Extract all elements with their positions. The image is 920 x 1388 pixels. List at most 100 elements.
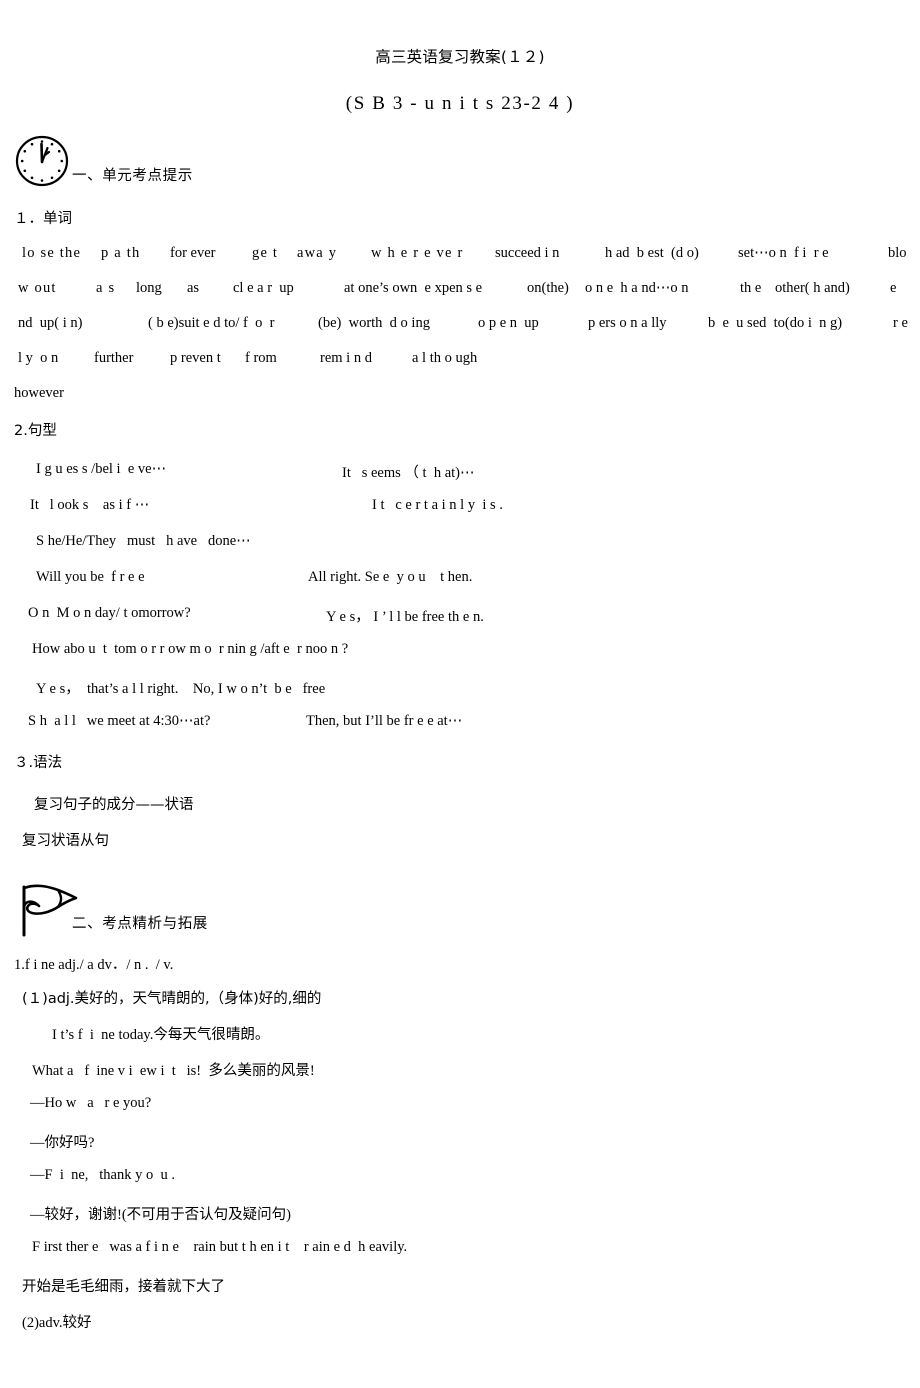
- entry-body-line: —Ho w a r e you?: [30, 1095, 152, 1112]
- vocab-word: a s: [96, 280, 116, 297]
- entry-heading-row: 1.f i ne adj./ a dv．/ n . / v.: [0, 953, 920, 987]
- clock-icon: [14, 133, 72, 191]
- document-title-cn: 高三英语复习教案(１２): [375, 48, 545, 66]
- pattern-left: S he/He/They must h ave done⋯: [36, 533, 251, 550]
- entry-body-line: —较好，谢谢!(不可用于否认句及疑问句): [30, 1207, 291, 1224]
- sentence-pattern-row: O n M o n day/ t omorrow? Y e s， I ’ l l…: [0, 605, 920, 641]
- entry-body-line: F irst ther e was a f i n e rain but t h…: [32, 1239, 408, 1256]
- vocab-word: on(the): [527, 280, 569, 297]
- entry-body-line: (2)adv.较好: [22, 1315, 92, 1332]
- vocab-word: p ers o n a lly: [588, 315, 667, 332]
- vocab-word: e: [890, 280, 897, 297]
- pattern-right: Y e s， I ’ l l be free th e n.: [326, 609, 484, 626]
- pattern-left: Y e s， that’s a l l right. No, I w o n’t…: [36, 681, 326, 698]
- vocab-word: h ad b est (d o): [605, 245, 699, 262]
- vocab-word: other( h and): [775, 280, 850, 297]
- vocab-word: rem i n d: [320, 350, 372, 367]
- vocab-word: long: [136, 280, 162, 297]
- grammar-list: 复习句子的成分——状语 复习状语从句: [0, 793, 920, 865]
- vocabulary-line: however: [0, 385, 920, 417]
- vocab-word: p reven t: [170, 350, 221, 367]
- vocab-word: nd up( i n): [18, 315, 83, 332]
- entry-body-row: (１)adj.美好的，天气晴朗的,（身体)好的,细的: [0, 987, 920, 1023]
- section-two-label: 二、考点精析与拓展: [72, 916, 208, 933]
- vocab-word: b e u sed to(do i n g): [708, 315, 843, 332]
- entry-body-line: (１)adj.美好的，天气晴朗的,（身体)好的,细的: [22, 991, 322, 1008]
- subsection-words-label: １．单词: [14, 211, 72, 228]
- document-title-en: (S B 3 - u n i t s 23-2 4 ): [345, 92, 575, 114]
- entry-heading: 1.f i ne adj./ a dv．/ n . / v.: [14, 957, 174, 974]
- pattern-left: S h a l l we meet at 4:30⋯at?: [28, 713, 211, 730]
- vocabulary-line: l y o n further p reven t f rom rem i n …: [0, 350, 920, 385]
- pattern-right: It s eems （ t h at)⋯: [342, 465, 475, 482]
- section-one-heading: 一、单元考点提示: [0, 133, 920, 193]
- vocab-word: a l th o ugh: [412, 350, 478, 367]
- pattern-left: O n M o n day/ t omorrow?: [28, 605, 191, 622]
- entry-body-row: —较好，谢谢!(不可用于否认句及疑问句): [0, 1203, 920, 1239]
- vocab-word: p a th: [101, 245, 141, 262]
- vocab-word: cl e a r up: [233, 280, 294, 297]
- vocabulary-list: lo se the p a th for ever ge t awa y w h…: [0, 245, 920, 417]
- vocab-word: l y o n: [18, 350, 59, 367]
- entry-body-line: I t’s f i ne today.今每天气很晴朗。: [52, 1027, 270, 1044]
- vocab-word: set⋯o n f i r e: [738, 245, 829, 262]
- vocab-word: (be) worth d o ing: [318, 315, 430, 332]
- sentence-pattern-row: It l ook s as i f ⋯ I t c e r t a i n l …: [0, 497, 920, 533]
- vocab-word: o n e h a nd⋯o n: [585, 280, 689, 297]
- flag-icon: [14, 883, 80, 939]
- grammar-row: 复习句子的成分——状语: [0, 793, 920, 829]
- sentence-pattern-row: Will you be f r e e All right. Se e y o …: [0, 569, 920, 605]
- grammar-line: 复习状语从句: [22, 833, 109, 850]
- subsection-sentence-patterns-label: 2.句型: [14, 423, 57, 440]
- entry-body-row: I t’s f i ne today.今每天气很晴朗。: [0, 1023, 920, 1059]
- vocab-word: awa y: [297, 245, 338, 262]
- vocab-word: blo: [888, 245, 907, 262]
- vocabulary-line: nd up( i n) ( b e)suit e d to/ f o r (be…: [0, 315, 920, 350]
- vocab-word: ge t: [252, 245, 279, 262]
- sentence-pattern-row: Y e s， that’s a l l right. No, I w o n’t…: [0, 677, 920, 713]
- pattern-left: Will you be f r e e: [36, 569, 145, 586]
- vocabulary-line: lo se the p a th for ever ge t awa y w h…: [0, 245, 920, 280]
- vocab-word: th e: [740, 280, 762, 297]
- entry-body-line: —你好吗?: [30, 1135, 95, 1152]
- section-two-heading: 二、考点精析与拓展: [0, 881, 920, 941]
- vocab-word: lo se the: [22, 245, 82, 262]
- subsection-grammar-label: ３.语法: [14, 755, 63, 772]
- entry-body-row: —你好吗?: [0, 1131, 920, 1167]
- entry-body-row: —F i ne, thank y o u .: [0, 1167, 920, 1203]
- entry-body-row: —Ho w a r e you?: [0, 1095, 920, 1131]
- vocab-word: further: [94, 350, 134, 367]
- vocab-word: as: [187, 280, 200, 297]
- vocab-word: however: [14, 385, 64, 402]
- sentence-pattern-row: How abo u t tom o r r ow m o r nin g /af…: [0, 641, 920, 677]
- vocab-word: ( b e)suit e d to/ f o r: [148, 315, 275, 332]
- vocab-word: w out: [18, 280, 57, 297]
- entry-body-row: 开始是毛毛细雨，接着就下大了: [0, 1275, 920, 1311]
- pattern-left: It l ook s as i f ⋯: [30, 497, 150, 514]
- pattern-left: I g u es s /bel i e ve⋯: [36, 461, 167, 478]
- vocab-word: r e: [893, 315, 908, 332]
- entry-body-line: 开始是毛毛细雨，接着就下大了: [22, 1279, 225, 1296]
- pattern-right: I t c e r t a i n l y i s .: [372, 497, 503, 514]
- entry-body-row: (2)adv.较好: [0, 1311, 920, 1347]
- entry-body-line: What a f ine v i ew i t is! 多么美丽的风景!: [32, 1063, 315, 1080]
- vocab-word: f rom: [245, 350, 277, 367]
- sentence-pattern-list: I g u es s /bel i e ve⋯ It s eems （ t h …: [0, 461, 920, 749]
- vocab-word: at one’s own e xpen s e: [344, 280, 483, 297]
- pattern-left: How abo u t tom o r r ow m o r nin g /af…: [32, 641, 349, 658]
- grammar-line: 复习句子的成分——状语: [34, 797, 194, 814]
- vocab-word: w h e r e ve r: [371, 245, 464, 262]
- grammar-row: 复习状语从句: [0, 829, 920, 865]
- sentence-pattern-row: I g u es s /bel i e ve⋯ It s eems （ t h …: [0, 461, 920, 497]
- entry-body-row: What a f ine v i ew i t is! 多么美丽的风景!: [0, 1059, 920, 1095]
- vocab-word: o p e n up: [478, 315, 539, 332]
- sentence-pattern-row: S h a l l we meet at 4:30⋯at? Then, but …: [0, 713, 920, 749]
- vocabulary-line: w out a s long as cl e a r up at one’s o…: [0, 280, 920, 315]
- pattern-right: Then, but I’ll be fr e e at⋯: [306, 713, 463, 730]
- vocab-word: for ever: [170, 245, 216, 262]
- document-page: 高三英语复习教案(１２) (S B 3 - u n i t s 23-2 4 ): [0, 0, 920, 1388]
- section-one-label: 一、单元考点提示: [72, 168, 193, 185]
- entry-body: (１)adj.美好的，天气晴朗的,（身体)好的,细的 I t’s f i ne …: [0, 987, 920, 1347]
- entry-body-row: F irst ther e was a f i n e rain but t h…: [0, 1239, 920, 1275]
- sentence-pattern-row: S he/He/They must h ave done⋯: [0, 533, 920, 569]
